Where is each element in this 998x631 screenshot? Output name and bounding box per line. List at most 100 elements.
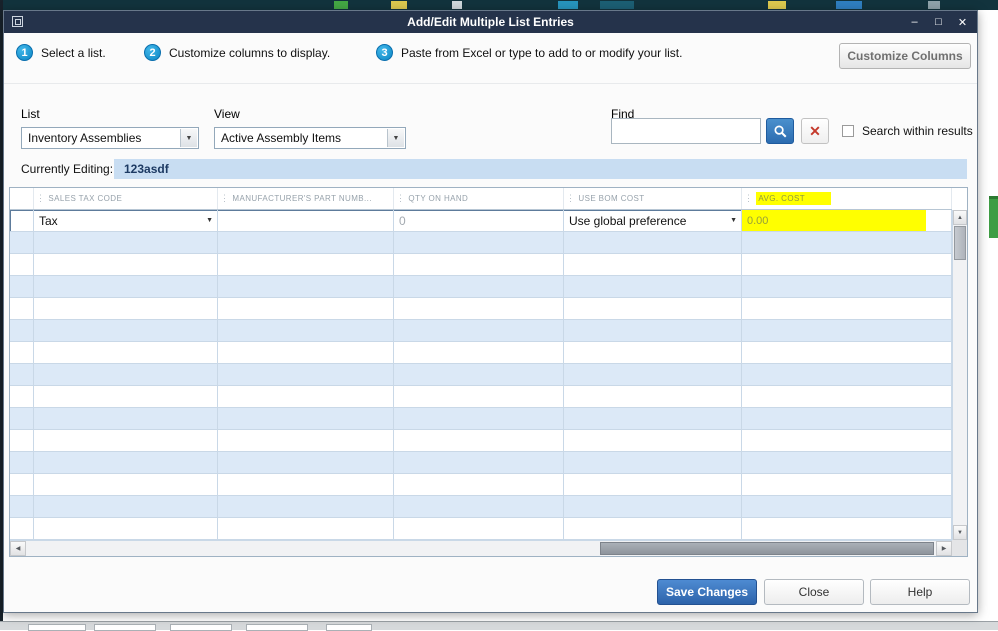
table-cell[interactable] <box>742 430 952 452</box>
search-within-results-checkbox[interactable] <box>842 125 854 137</box>
table-cell[interactable] <box>564 254 742 276</box>
table-cell[interactable] <box>564 342 742 364</box>
table-row-empty[interactable] <box>10 276 952 298</box>
avg-cost-cell[interactable]: 0.00 <box>742 210 952 232</box>
column-header-qty-on-hand[interactable]: ⋮ QTY ON HAND <box>394 188 564 209</box>
vertical-scrollbar[interactable]: ▲ ▼ <box>952 210 967 540</box>
table-cell[interactable] <box>564 276 742 298</box>
scroll-right-icon[interactable]: ▶ <box>936 541 952 556</box>
table-row-empty[interactable] <box>10 254 952 276</box>
list-dropdown[interactable]: Inventory Assemblies ▼ <box>21 127 199 149</box>
table-cell[interactable] <box>34 474 218 496</box>
horizontal-scrollbar[interactable]: ◀ ▶ <box>10 540 952 556</box>
currently-editing-field[interactable]: 123asdf <box>114 159 967 179</box>
close-window-button[interactable]: ✕ <box>956 16 969 29</box>
table-cell[interactable] <box>394 430 564 452</box>
table-cell[interactable] <box>218 232 394 254</box>
table-cell[interactable] <box>564 298 742 320</box>
table-cell[interactable] <box>218 430 394 452</box>
scroll-left-icon[interactable]: ◀ <box>10 541 26 556</box>
chevron-down-icon[interactable]: ▼ <box>206 217 213 224</box>
table-cell[interactable] <box>218 386 394 408</box>
table-cell[interactable] <box>564 232 742 254</box>
table-cell[interactable] <box>10 254 34 276</box>
table-cell[interactable] <box>34 364 218 386</box>
table-cell[interactable] <box>394 474 564 496</box>
table-cell[interactable] <box>394 364 564 386</box>
table-cell[interactable] <box>218 496 394 518</box>
table-cell[interactable] <box>564 452 742 474</box>
table-cell[interactable] <box>218 408 394 430</box>
table-row-empty[interactable] <box>10 298 952 320</box>
minimize-button[interactable]: – <box>908 16 921 28</box>
table-cell[interactable] <box>34 342 218 364</box>
table-cell[interactable] <box>10 364 34 386</box>
table-cell[interactable] <box>564 408 742 430</box>
search-button[interactable] <box>766 118 794 144</box>
table-cell[interactable] <box>10 386 34 408</box>
table-cell[interactable] <box>742 342 952 364</box>
chevron-down-icon[interactable]: ▼ <box>180 129 197 147</box>
find-input[interactable] <box>611 118 761 144</box>
chevron-down-icon[interactable]: ▼ <box>730 217 737 224</box>
table-cell[interactable] <box>218 342 394 364</box>
qty-on-hand-cell[interactable]: 0 <box>394 210 564 232</box>
table-cell[interactable] <box>394 320 564 342</box>
table-cell[interactable] <box>10 298 34 320</box>
table-cell[interactable] <box>34 254 218 276</box>
close-button[interactable]: Close <box>764 579 864 605</box>
table-cell[interactable] <box>564 386 742 408</box>
table-cell[interactable] <box>394 408 564 430</box>
table-cell[interactable] <box>34 276 218 298</box>
table-cell[interactable] <box>394 254 564 276</box>
table-cell[interactable] <box>10 518 34 540</box>
table-row-empty[interactable] <box>10 364 952 386</box>
table-cell[interactable] <box>564 518 742 540</box>
table-cell[interactable] <box>10 342 34 364</box>
table-cell[interactable] <box>394 342 564 364</box>
table-cell[interactable] <box>742 518 952 540</box>
table-cell[interactable] <box>564 474 742 496</box>
table-cell[interactable] <box>34 496 218 518</box>
column-header-sales-tax-code[interactable]: ⋮ SALES TAX CODE <box>34 188 218 209</box>
table-row-editing[interactable]: Tax ▼ 0 Use global preference ▼ 0.00 <box>10 210 952 232</box>
scroll-down-icon[interactable]: ▼ <box>953 525 967 540</box>
table-cell[interactable] <box>218 320 394 342</box>
table-cell[interactable] <box>218 452 394 474</box>
column-header-row-selector[interactable] <box>10 188 34 209</box>
table-cell[interactable] <box>218 276 394 298</box>
table-cell[interactable] <box>218 254 394 276</box>
table-cell[interactable] <box>742 386 952 408</box>
table-cell[interactable] <box>394 232 564 254</box>
table-cell[interactable] <box>742 408 952 430</box>
table-cell[interactable] <box>742 276 952 298</box>
table-cell[interactable] <box>10 430 34 452</box>
table-cell[interactable] <box>394 452 564 474</box>
table-cell[interactable] <box>564 364 742 386</box>
manufacturer-part-number-cell[interactable] <box>218 210 394 232</box>
table-cell[interactable] <box>742 496 952 518</box>
table-cell[interactable] <box>10 232 34 254</box>
table-cell[interactable] <box>10 474 34 496</box>
table-cell[interactable] <box>564 496 742 518</box>
table-cell[interactable] <box>218 474 394 496</box>
table-cell[interactable] <box>742 298 952 320</box>
help-button[interactable]: Help <box>870 579 970 605</box>
table-cell[interactable] <box>394 276 564 298</box>
table-row-empty[interactable] <box>10 408 952 430</box>
table-row-empty[interactable] <box>10 452 952 474</box>
table-cell[interactable] <box>394 518 564 540</box>
table-cell[interactable] <box>218 364 394 386</box>
column-header-use-bom-cost[interactable]: ⋮ USE BOM COST <box>564 188 742 209</box>
column-header-avg-cost[interactable]: ⋮ AVG. COST <box>742 188 952 209</box>
table-row-empty[interactable] <box>10 342 952 364</box>
sales-tax-code-cell[interactable]: Tax ▼ <box>34 210 218 232</box>
row-selector-cell[interactable] <box>10 210 34 232</box>
table-row-empty[interactable] <box>10 518 952 540</box>
table-row-empty[interactable] <box>10 232 952 254</box>
column-header-manufacturer-part-number[interactable]: ⋮ MANUFACTURER'S PART NUMB... <box>218 188 394 209</box>
table-cell[interactable] <box>34 518 218 540</box>
customize-columns-button[interactable]: Customize Columns <box>839 43 971 69</box>
horizontal-scroll-thumb[interactable] <box>600 542 934 555</box>
table-cell[interactable] <box>34 232 218 254</box>
